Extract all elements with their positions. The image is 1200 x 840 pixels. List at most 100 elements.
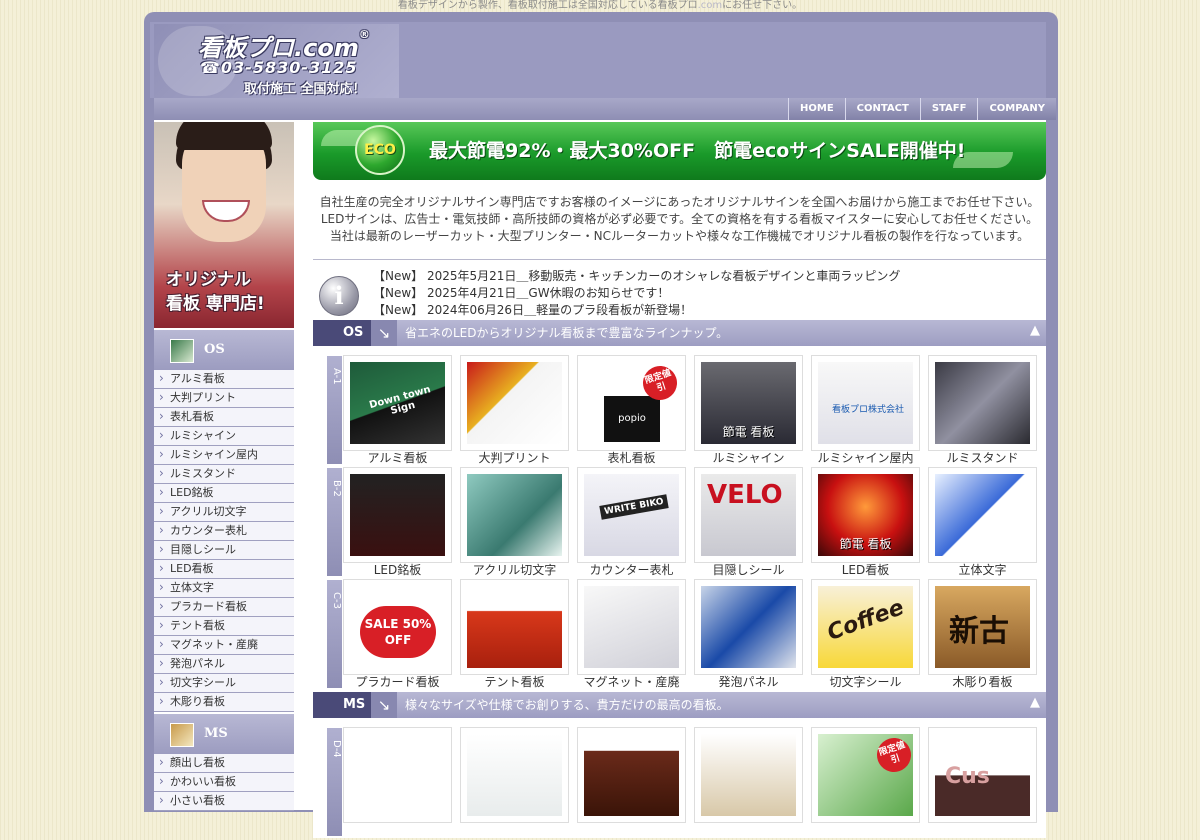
product-thumbnail[interactable]: VELO: [695, 468, 802, 562]
product-label: カウンター表札: [589, 563, 674, 577]
product-thumbnail[interactable]: [578, 728, 685, 822]
news-item[interactable]: 【New】 2024年06月26日＿軽量のプラ段看板が新登場！: [373, 302, 900, 319]
product-card[interactable]: 立体文字: [929, 468, 1036, 578]
product-card[interactable]: 節電 看板 LED看板: [812, 468, 919, 578]
sidebar-item[interactable]: かわいい看板: [154, 772, 294, 792]
product-card[interactable]: アクリル切文字: [461, 468, 568, 578]
product-thumbnail[interactable]: Cus: [929, 728, 1036, 822]
nav-home[interactable]: HOME: [788, 98, 845, 120]
product-thumbnail[interactable]: [929, 468, 1036, 562]
sidebar-item[interactable]: カウンター表札: [154, 521, 294, 541]
product-thumbnail[interactable]: [461, 468, 568, 562]
product-card[interactable]: マグネット・産廃: [578, 580, 685, 690]
sidebar-item[interactable]: 小さい看板: [154, 791, 294, 811]
product-card[interactable]: Down town Sign アルミ看板: [344, 356, 451, 466]
product-thumbnail[interactable]: 節電 看板: [695, 356, 802, 450]
row-label: A-1: [327, 356, 342, 464]
product-card[interactable]: [578, 728, 685, 838]
product-card[interactable]: 大判プリント: [461, 356, 568, 466]
product-label: 発泡パネル: [718, 675, 779, 689]
news-item[interactable]: 【New】 2025年5月21日＿移動販売・キッチンカーのオシャレな看板デザイン…: [373, 268, 900, 285]
product-card[interactable]: 限定値引: [812, 728, 919, 838]
sidebar-item[interactable]: ルミシャイン屋内: [154, 445, 294, 465]
collapse-up-icon[interactable]: ▲: [1030, 323, 1040, 338]
product-thumbnail[interactable]: 限定値引: [812, 728, 919, 822]
product-thumbnail[interactable]: WRITE BIKO: [578, 468, 685, 562]
product-label: アクリル切文字: [472, 563, 557, 577]
product-row: B-2 LED銘板 アクリル切文字 WRITE BIKO カウンター表札 VELO 目隠しシ…: [327, 468, 1046, 578]
product-label: LED看板: [841, 563, 890, 577]
product-thumbnail[interactable]: [461, 356, 568, 450]
sidebar-item[interactable]: LED銘板: [154, 483, 294, 503]
product-card[interactable]: 新古 木彫り看板: [929, 580, 1036, 690]
hero-image[interactable]: オリジナル 看板 専門店!: [154, 122, 294, 328]
nav-contact[interactable]: CONTACT: [844, 98, 920, 120]
product-thumbnail[interactable]: [344, 468, 451, 562]
sidebar-item[interactable]: プラカード看板: [154, 597, 294, 617]
os-category-icon: [170, 339, 194, 363]
category-bar-os[interactable]: OS ↘ 省エネのLEDからオリジナル看板まで豊富なラインナップ。 ▲: [313, 320, 1046, 346]
product-thumbnail[interactable]: SALE 50% OFF: [344, 580, 451, 674]
top-nav: HOME CONTACT STAFF COMPANY: [788, 98, 1057, 120]
product-card[interactable]: LED銘板: [344, 468, 451, 578]
product-thumbnail[interactable]: [344, 728, 451, 822]
sidebar-heading-os: OS: [154, 330, 294, 370]
product-label: アルミ看板: [367, 451, 428, 465]
product-thumbnail[interactable]: [461, 728, 568, 822]
product-card[interactable]: 看板プロ株式会社 ルミシャイン屋内: [812, 356, 919, 466]
product-card[interactable]: popio 限定値引 表札看板: [578, 356, 685, 466]
sidebar-item[interactable]: アルミ看板: [154, 369, 294, 389]
sidebar-item[interactable]: LED看板: [154, 559, 294, 579]
sidebar: オリジナル看板 専門店! OS アルミ看板大判プリント表札看板ルミシャインルミシ…: [154, 122, 294, 811]
nav-company[interactable]: COMPANY: [977, 98, 1057, 120]
product-card[interactable]: [695, 728, 802, 838]
product-thumbnail[interactable]: [929, 356, 1036, 450]
sidebar-item[interactable]: マグネット・産廃: [154, 635, 294, 655]
product-card[interactable]: 発泡パネル: [695, 580, 802, 690]
product-thumbnail[interactable]: Coffee: [812, 580, 919, 674]
sidebar-item[interactable]: 大判プリント: [154, 388, 294, 408]
sidebar-item[interactable]: ルミシャイン: [154, 426, 294, 446]
collapse-up-icon[interactable]: ▲: [1030, 695, 1040, 710]
category-description: 様々なサイズや仕様でお創りする、貴方だけの最高の看板。: [405, 698, 729, 712]
product-thumbnail[interactable]: 節電 看板: [812, 468, 919, 562]
product-thumbnail[interactable]: [578, 580, 685, 674]
thumb-sign-text: 看板プロ株式会社: [832, 405, 905, 415]
product-card[interactable]: Coffee 切文字シール: [812, 580, 919, 690]
product-card[interactable]: SALE 50% OFF プラカード看板: [344, 580, 451, 690]
product-thumbnail[interactable]: popio 限定値引: [578, 356, 685, 450]
product-card[interactable]: Cus: [929, 728, 1036, 838]
sidebar-item[interactable]: アクリル切文字: [154, 502, 294, 522]
product-card[interactable]: [344, 728, 451, 838]
product-card[interactable]: [461, 728, 568, 838]
sidebar-item[interactable]: 表札看板: [154, 407, 294, 427]
sidebar-item[interactable]: 木彫り看板: [154, 692, 294, 712]
product-thumbnail[interactable]: 看板プロ株式会社: [812, 356, 919, 450]
product-thumbnail[interactable]: [695, 728, 802, 822]
product-thumbnail[interactable]: Down town Sign: [344, 356, 451, 450]
product-card[interactable]: WRITE BIKO カウンター表札: [578, 468, 685, 578]
info-icon: i: [319, 276, 359, 316]
product-label: 立体文字: [958, 563, 1007, 577]
product-thumbnail[interactable]: 新古: [929, 580, 1036, 674]
main-content: ECO 最大節電92%・最大30%OFF 節電ecoサインSALE開催中! 自社…: [313, 122, 1046, 840]
product-card[interactable]: 節電 看板 ルミシャイン: [695, 356, 802, 466]
product-thumbnail[interactable]: [695, 580, 802, 674]
sidebar-item[interactable]: 立体文字: [154, 578, 294, 598]
sidebar-item[interactable]: 顔出し看板: [154, 753, 294, 773]
sidebar-item[interactable]: 切文字シール: [154, 673, 294, 693]
sidebar-item[interactable]: 発泡パネル: [154, 654, 294, 674]
product-card[interactable]: テント看板: [461, 580, 568, 690]
product-card[interactable]: ルミスタンド: [929, 356, 1036, 466]
sidebar-ms-list: 顔出し看板かわいい看板小さい看板: [154, 753, 294, 811]
eco-sale-banner[interactable]: ECO 最大節電92%・最大30%OFF 節電ecoサインSALE開催中!: [313, 122, 1046, 180]
nav-staff[interactable]: STAFF: [919, 98, 978, 120]
product-card[interactable]: VELO 目隠しシール: [695, 468, 802, 578]
sidebar-item[interactable]: テント看板: [154, 616, 294, 636]
sidebar-item[interactable]: ルミスタンド: [154, 464, 294, 484]
sidebar-item[interactable]: 目隠しシール: [154, 540, 294, 560]
hero-caption: オリジナル 看板 専門店!: [166, 270, 265, 314]
product-thumbnail[interactable]: [461, 580, 568, 674]
category-bar-ms[interactable]: MS ↘ 様々なサイズや仕様でお創りする、貴方だけの最高の看板。 ▲: [313, 692, 1046, 718]
news-item[interactable]: 【New】 2025年4月21日＿GW休暇のお知らせです！: [373, 285, 900, 302]
